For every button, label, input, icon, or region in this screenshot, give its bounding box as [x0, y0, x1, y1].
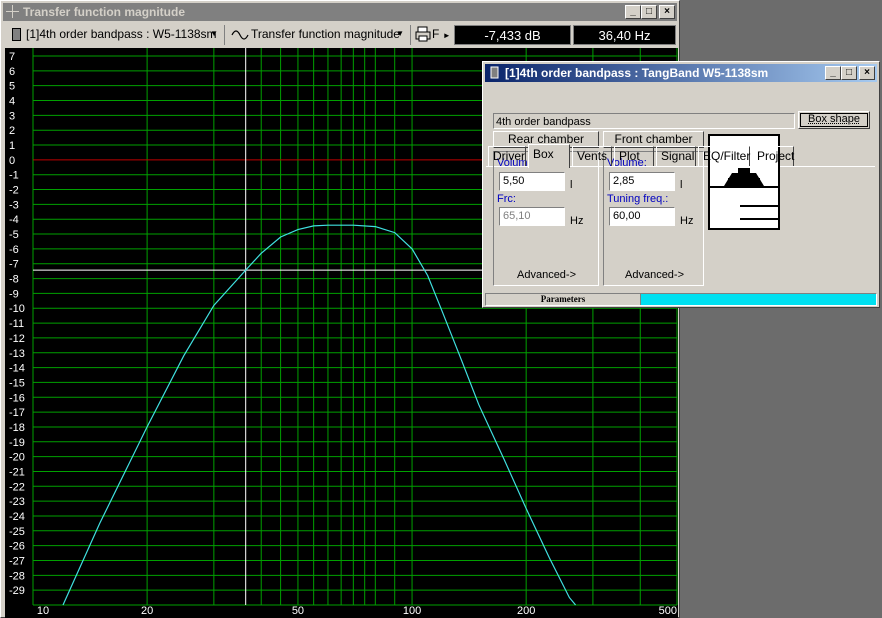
box-type-field: 4th order bandpass [493, 113, 795, 129]
y-tick-label: -26 [9, 541, 25, 553]
y-tick-label: -27 [9, 555, 25, 567]
box-window: [1]4th order bandpass : TangBand W5-1138… [482, 61, 880, 308]
y-tick-label: -2 [9, 185, 19, 197]
y-tick-label: -18 [9, 422, 25, 434]
y-tick-label: -25 [9, 526, 25, 538]
rear-chamber-group: Volume: 5,50 l Frc: 65,10 Hz Advanced-> [493, 151, 599, 286]
x-tick-label: 100 [403, 605, 421, 617]
y-tick-label: -10 [9, 303, 25, 315]
maximize-button[interactable]: □ [841, 66, 857, 80]
y-tick-label: -4 [9, 214, 19, 226]
project-combo-value: [1]4th order bandpass : W5-1138sm [26, 27, 217, 41]
y-tick-label: 0 [9, 155, 15, 167]
y-tick-label: -14 [9, 363, 25, 375]
tab-signal[interactable]: Signal [656, 146, 696, 166]
chevron-down-icon: ▼ [210, 29, 218, 38]
x-tick-label: 500 [659, 605, 677, 617]
print-label: F [432, 27, 440, 41]
y-tick-label: -6 [9, 244, 19, 256]
y-tick-label: -17 [9, 407, 25, 419]
y-tick-label: -19 [9, 437, 25, 449]
y-tick-label: -15 [9, 377, 25, 389]
y-tick-label: -20 [9, 452, 25, 464]
y-tick-label: 4 [9, 96, 15, 108]
main-window-titlebar[interactable]: Transfer function magnitude _ □ × [3, 3, 677, 21]
y-tick-label: -7 [9, 259, 19, 271]
y-tick-label: -1 [9, 170, 19, 182]
minimize-button[interactable]: _ [825, 66, 841, 80]
plot-type-combo[interactable]: Transfer function magnitude ▼ [229, 25, 407, 45]
project-combo[interactable]: [1]4th order bandpass : W5-1138sm ▼ [8, 25, 221, 45]
tab-project[interactable]: Project [752, 146, 794, 166]
printer-icon [415, 26, 431, 45]
plot-type-value: Transfer function magnitude [251, 27, 400, 41]
rear-frc-label: Frc: [497, 193, 516, 205]
chevron-down-icon: ▼ [396, 29, 404, 38]
front-tuning-field[interactable]: 60,00 [609, 207, 675, 226]
y-tick-label: -28 [9, 570, 25, 582]
front-chamber-group: Volume: 2,85 l Tuning freq.: 60,00 Hz Ad… [603, 151, 704, 286]
y-tick-label: -8 [9, 274, 19, 286]
tab-plot[interactable]: Plot [614, 146, 654, 166]
print-button[interactable]: F ► [414, 25, 452, 45]
box-window-title: [1]4th order bandpass : TangBand W5-1138… [505, 66, 769, 80]
rear-frc-unit: Hz [570, 215, 584, 227]
db-readout: -7,433 dB [454, 25, 571, 45]
front-volume-unit: l [680, 179, 683, 191]
box-shape-button-label: Box shape [808, 113, 860, 125]
y-tick-label: -3 [9, 199, 19, 211]
y-tick-label: -12 [9, 333, 25, 345]
y-tick-label: 2 [9, 125, 15, 137]
y-tick-label: -24 [9, 511, 25, 523]
y-tick-label: 6 [9, 66, 15, 78]
x-tick-label: 10 [37, 605, 49, 617]
maximize-button[interactable]: □ [641, 5, 657, 19]
y-tick-label: -5 [9, 229, 19, 241]
front-chamber-label: Front chamber [614, 132, 693, 146]
x-tick-label: 200 [517, 605, 535, 617]
rear-advanced-link[interactable]: Advanced-> [517, 269, 576, 281]
rear-volume-field[interactable]: 5,50 [499, 172, 565, 191]
status-label: Parameters [486, 294, 641, 305]
x-tick-label: 50 [292, 605, 304, 617]
hz-readout: 36,40 Hz [573, 25, 676, 45]
x-tick-label: 20 [141, 605, 153, 617]
y-tick-label: -29 [9, 585, 25, 597]
tab-driver[interactable]: Driver [488, 146, 526, 166]
sine-wave-icon [231, 25, 249, 45]
y-tick-label: 3 [9, 110, 15, 122]
box-shape-button[interactable]: Box shape [798, 111, 870, 129]
status-progress-bar [641, 294, 876, 305]
y-tick-label: 1 [9, 140, 15, 152]
document-icon [12, 28, 21, 41]
close-button[interactable]: × [659, 5, 675, 19]
y-tick-label: 5 [9, 81, 15, 93]
y-tick-label: -11 [9, 318, 24, 330]
tab-box[interactable]: Box [528, 144, 570, 168]
y-tick-label: 7 [9, 51, 15, 63]
y-tick-label: -16 [9, 392, 25, 404]
tab-eq-filter[interactable]: EQ/Filter [698, 146, 750, 166]
crosshair-icon [6, 5, 19, 18]
y-tick-label: -13 [9, 348, 25, 360]
front-volume-field[interactable]: 2,85 [609, 172, 675, 191]
y-tick-label: -9 [9, 288, 19, 300]
rear-frc-field: 65,10 [499, 207, 565, 226]
y-tick-label: -22 [9, 481, 25, 493]
front-advanced-link[interactable]: Advanced-> [625, 269, 684, 281]
front-tuning-unit: Hz [680, 215, 694, 227]
status-bar: Parameters [485, 293, 877, 306]
front-tuning-label: Tuning freq.: [607, 193, 669, 205]
minimize-button[interactable]: _ [625, 5, 641, 19]
main-window-title: Transfer function magnitude [23, 5, 186, 19]
tab-vents[interactable]: Vents [572, 146, 612, 166]
y-tick-label: -23 [9, 496, 25, 508]
rear-volume-unit: l [570, 179, 573, 191]
close-button[interactable]: × [859, 66, 875, 80]
y-tick-label: -21 [9, 466, 25, 478]
document-icon [488, 66, 501, 79]
box-window-titlebar[interactable]: [1]4th order bandpass : TangBand W5-1138… [485, 64, 877, 82]
chevron-right-icon: ► [442, 31, 451, 40]
